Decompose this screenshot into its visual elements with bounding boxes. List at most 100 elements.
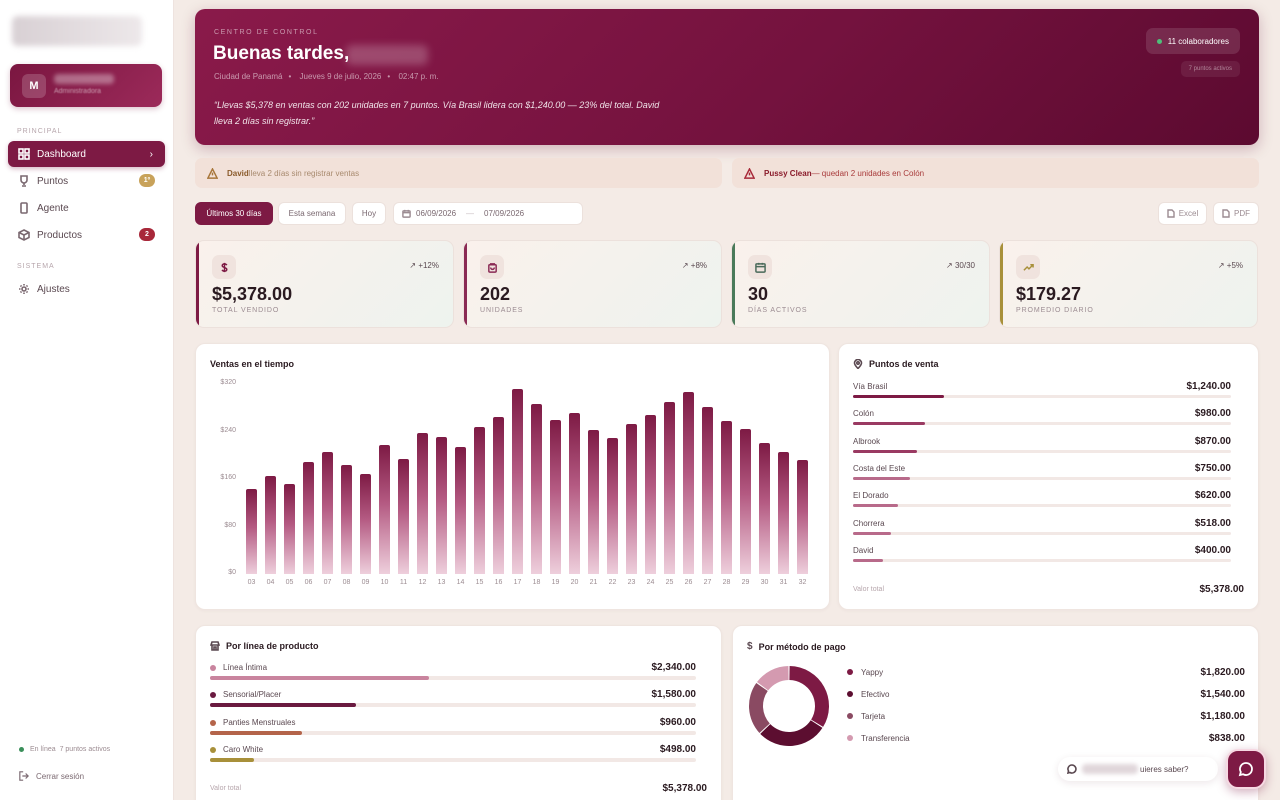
sidebar: M Administradora PRINCIPAL Dashboard › P… — [0, 0, 174, 800]
progress-fill — [853, 449, 918, 453]
logout-button[interactable]: Cerrar sesión — [19, 771, 84, 781]
progress-fill — [853, 558, 884, 562]
bar[interactable] — [473, 427, 486, 574]
online-status: En línea 7 puntos activos — [19, 746, 110, 753]
alert-inactive-point[interactable]: David lleva 2 días sin registrar ventas — [195, 158, 722, 188]
bar[interactable] — [511, 389, 524, 574]
bar[interactable] — [720, 421, 733, 574]
method-value: $838.00 — [1208, 733, 1245, 744]
date: Jueves 9 de julio, 2026 — [299, 72, 382, 81]
chat-fab-button[interactable] — [1226, 749, 1266, 789]
sidebar-item-puntos[interactable]: Puntos 1º — [8, 168, 165, 194]
x-tick-label: 20 — [570, 579, 579, 586]
progress-fill — [210, 676, 429, 680]
sidebar-item-agente[interactable]: Agente — [8, 195, 165, 221]
bar[interactable] — [397, 459, 410, 574]
bar[interactable] — [359, 474, 372, 574]
donut-slice[interactable] — [756, 666, 789, 691]
bar[interactable] — [416, 432, 429, 574]
filter-last-30-days[interactable]: Últimos 30 días — [195, 202, 273, 225]
progress-fill — [210, 703, 356, 708]
bar[interactable] — [663, 401, 676, 574]
bar[interactable] — [606, 438, 619, 574]
x-tick-label: 16 — [494, 579, 503, 586]
point-value: $1,240.00 — [1186, 381, 1232, 392]
filter-this-week[interactable]: Esta semana — [278, 202, 346, 225]
bar[interactable] — [302, 462, 315, 574]
bar[interactable] — [682, 391, 695, 574]
bar[interactable] — [625, 424, 638, 574]
sidebar-item-label: Puntos — [37, 175, 69, 187]
trend-icon — [1022, 263, 1034, 271]
bar[interactable] — [777, 452, 790, 574]
legend-dot — [210, 747, 216, 754]
bar[interactable] — [796, 460, 809, 574]
kpi-active-days: ↗ 30/30 30 DÍAS ACTIVOS — [731, 240, 990, 328]
chat-icon — [1238, 762, 1253, 777]
line-value: $1,580.00 — [651, 689, 697, 701]
date-range-picker[interactable]: 06/09/2026 — 07/09/2026 — [393, 202, 583, 225]
export-excel-button[interactable]: Excel — [1158, 202, 1207, 225]
alert-low-stock[interactable]: Pussy Clean — quedan 2 unidades en Colón — [732, 158, 1259, 188]
bar[interactable] — [549, 419, 562, 574]
collaborators-label: 11 colaboradores — [1167, 36, 1229, 46]
donut-slice[interactable] — [749, 682, 770, 733]
section-label-principal: PRINCIPAL — [17, 128, 63, 135]
collaborators-pill[interactable]: 11 colaboradores — [1145, 28, 1240, 54]
bar[interactable] — [378, 444, 391, 574]
bar[interactable] — [340, 465, 353, 574]
point-value: $750.00 — [1194, 462, 1231, 474]
hero-banner: CENTRO DE CONTROL Buenas tardes, Ciudad … — [195, 9, 1259, 145]
sales-over-time-card: Ventas en el tiempo $320 $240 $160 $80 $0 03 0… — [195, 343, 830, 610]
location-pin-icon — [853, 359, 863, 369]
progress-track — [853, 422, 1231, 426]
kpi-label: PROMEDIO DIARIO — [1016, 307, 1094, 314]
alert-subject: Pussy Clean — [764, 168, 812, 178]
sidebar-item-ajustes[interactable]: Ajustes — [8, 276, 165, 302]
warning-icon — [207, 167, 218, 179]
bar[interactable] — [758, 442, 771, 574]
bar[interactable] — [739, 429, 752, 574]
donut-slice[interactable] — [789, 666, 829, 727]
user-card[interactable]: M Administradora — [10, 64, 162, 107]
date-to[interactable]: 07/09/2026 — [484, 209, 524, 218]
legend-dot — [847, 669, 853, 675]
bar[interactable] — [530, 404, 543, 574]
bar[interactable] — [264, 476, 277, 574]
filter-today[interactable]: Hoy — [352, 202, 386, 225]
bar[interactable] — [454, 446, 467, 574]
bar[interactable] — [587, 429, 600, 574]
x-tick-label: 31 — [779, 579, 788, 586]
kpi-units: ↗ +8% 202 UNIDADES — [463, 240, 722, 328]
legend-dot — [210, 692, 216, 699]
bar[interactable] — [568, 412, 581, 574]
progress-track — [853, 531, 1231, 535]
bar[interactable] — [245, 489, 258, 574]
bar[interactable] — [283, 484, 296, 574]
sidebar-item-label: Agente — [37, 202, 69, 214]
donut-slice[interactable] — [760, 720, 823, 746]
sidebar-item-productos[interactable]: Productos 2 — [8, 222, 165, 248]
y-tick-label: $320 — [220, 379, 236, 386]
store-icon — [210, 641, 220, 651]
kpi-accent-bar — [196, 241, 199, 327]
calendar-icon — [754, 262, 766, 273]
bar[interactable] — [435, 437, 448, 574]
assistant-prompt[interactable]: uieres saber? — [1058, 757, 1218, 781]
progress-fill — [853, 422, 925, 426]
bar[interactable] — [701, 407, 714, 574]
bar[interactable] — [321, 451, 334, 574]
chevron-right-icon: › — [149, 148, 153, 160]
export-pdf-button[interactable]: PDF — [1213, 202, 1259, 225]
count-badge: 2 — [139, 228, 155, 241]
date-from[interactable]: 06/09/2026 — [416, 209, 456, 218]
trophy-icon — [20, 175, 28, 187]
bag-icon — [487, 262, 497, 273]
bar[interactable] — [492, 417, 505, 574]
method-value: $1,180.00 — [1200, 711, 1246, 722]
bar[interactable] — [644, 414, 657, 574]
logout-label: Cerrar sesión — [36, 771, 85, 781]
sidebar-item-dashboard[interactable]: Dashboard › — [8, 141, 165, 167]
card-title-text: Por método de pago — [758, 641, 846, 652]
x-tick-label: 06 — [304, 579, 313, 586]
